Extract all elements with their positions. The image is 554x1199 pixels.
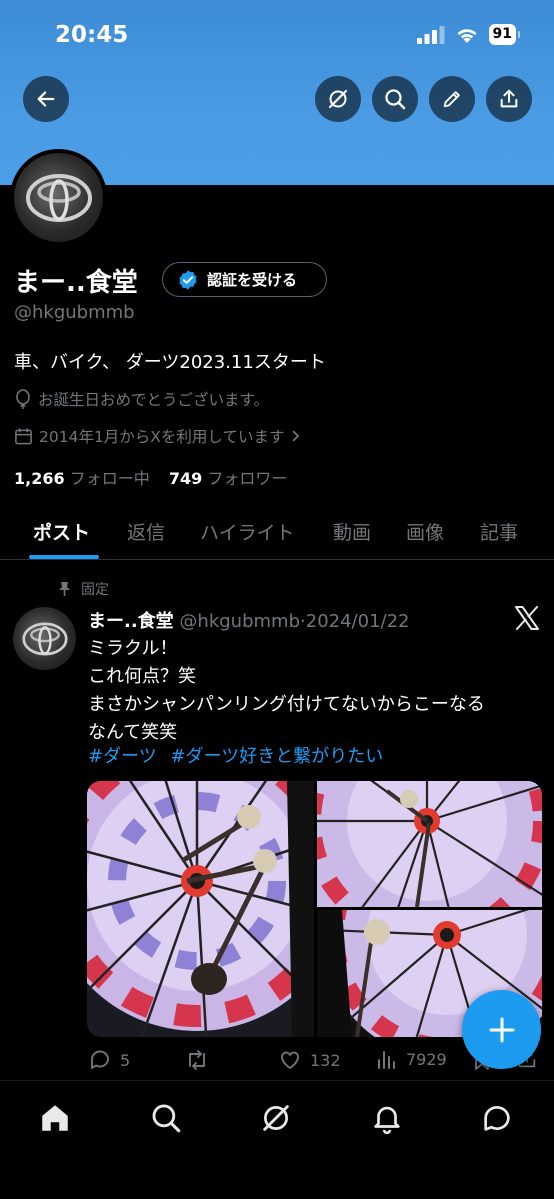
following-count: 1,266 (14, 469, 65, 488)
back-button[interactable] (23, 76, 69, 122)
post-avatar[interactable] (13, 607, 76, 670)
share-button[interactable] (486, 76, 532, 122)
edit-button[interactable] (429, 76, 475, 122)
views-icon (378, 1051, 395, 1069)
search-icon (152, 1104, 181, 1133)
views-count: 7929 (406, 1049, 447, 1069)
tab-highlights[interactable]: ハイライト (200, 518, 295, 545)
like-button[interactable]: 132 (278, 1048, 341, 1072)
home-icon (42, 1105, 68, 1131)
nav-home[interactable] (38, 1101, 72, 1139)
tab-videos[interactable]: 動画 (333, 518, 371, 545)
pinned-label: 固定 (81, 582, 109, 598)
grok-icon (328, 89, 348, 109)
post-media-grid (87, 781, 542, 1037)
bottom-navigation (0, 1080, 554, 1199)
active-tab-indicator (29, 555, 99, 559)
views-button[interactable]: 7929 (376, 1048, 447, 1070)
battery-indicator: 91 (488, 24, 521, 45)
post-photo-1[interactable] (87, 781, 314, 1037)
x-logo-icon (515, 606, 539, 630)
followers-label: フォロワー (207, 469, 288, 488)
birthday-row: お誕生日おめでとうございます。 (14, 388, 269, 410)
hashtag-link[interactable]: #ダーツ (88, 746, 157, 767)
nav-explore[interactable] (149, 1101, 183, 1139)
compose-post-button[interactable] (462, 990, 541, 1069)
cellular-signal-icon (416, 25, 445, 44)
pencil-icon (443, 91, 460, 108)
joined-text: 2014年1月からXを利用しています (39, 428, 285, 446)
nav-messages[interactable] (480, 1101, 514, 1139)
follow-stats: 1,266 フォロー中 749 フォロワー (14, 465, 287, 489)
grok-icon (263, 1105, 289, 1131)
tab-photos[interactable]: 画像 (406, 518, 444, 545)
profile-tabs: ポスト 返信 ハイライト 動画 画像 記事 (0, 510, 554, 560)
verified-badge-icon (179, 269, 197, 290)
share-icon (500, 89, 518, 108)
profile-avatar[interactable] (10, 149, 107, 246)
reply-icon (91, 1050, 109, 1069)
birthday-text: お誕生日おめでとうございます。 (38, 391, 269, 409)
car-emblem-logo (21, 622, 68, 655)
wifi-icon (457, 28, 477, 43)
following-label: フォロー中 (69, 469, 150, 488)
nav-grok[interactable] (259, 1101, 293, 1139)
followers-link[interactable]: 749 フォロワー (169, 469, 288, 488)
profile-name: まー..食堂 (14, 268, 138, 298)
profile-handle: @hkgubmmb (14, 302, 135, 323)
post-photo-2[interactable] (317, 781, 542, 907)
hashtag-link[interactable]: #ダーツ好きと繋がりたい (170, 746, 383, 767)
get-verified-label: 認証を受ける (207, 271, 298, 289)
tab-replies[interactable]: 返信 (127, 518, 165, 545)
calendar-icon (15, 427, 32, 444)
post-header: まー..食堂 @hkgubmmb·2024/01/22 (88, 607, 410, 633)
repost-button[interactable] (184, 1048, 210, 1072)
plus-icon (489, 1017, 514, 1042)
pin-icon (59, 582, 70, 596)
x-logo-button[interactable] (514, 606, 540, 634)
search-icon (385, 89, 406, 110)
post-line: これ何点？笑 (88, 666, 196, 687)
get-verified-button[interactable]: 認証を受ける (162, 262, 327, 297)
back-arrow-icon (37, 91, 55, 107)
status-bar: 20:45 91 (0, 0, 554, 70)
post-text: ミラクル！ これ何点？笑 まさかシャンパンリング付けてないからこーなる なんて笑… (88, 635, 485, 747)
balloon-icon (16, 389, 30, 409)
nav-notifications[interactable] (370, 1101, 404, 1139)
repost-icon (189, 1050, 205, 1070)
car-emblem-logo (25, 173, 92, 222)
grok-button[interactable] (315, 76, 361, 122)
messages-icon (484, 1106, 510, 1131)
status-time: 20:45 (55, 22, 129, 48)
followers-count: 749 (168, 469, 203, 488)
post-line: ミラクル！ (88, 638, 178, 659)
tab-posts[interactable]: ポスト (33, 518, 90, 545)
post-author-name[interactable]: まー..食堂 (88, 611, 174, 632)
post-hashtags: #ダーツ #ダーツ好きと繋がりたい (88, 742, 383, 768)
post-author-handle[interactable]: @hkgubmmb (179, 611, 300, 632)
reply-count: 5 (120, 1050, 131, 1070)
tab-articles[interactable]: 記事 (480, 518, 518, 545)
joined-row[interactable]: 2014年1月からXを利用しています (14, 425, 302, 447)
post-line: まさかシャンパンリング付けてないからこーなる (88, 694, 485, 715)
like-icon (281, 1051, 299, 1069)
notifications-icon (374, 1106, 400, 1135)
like-count: 132 (310, 1050, 341, 1070)
post-date[interactable]: 2024/01/22 (306, 611, 410, 632)
profile-bio: 車、バイク、 ダーツ2023.11スタート (14, 352, 326, 373)
chevron-right-icon (292, 430, 300, 442)
pinned-indicator: 固定 (58, 579, 109, 599)
search-button[interactable] (372, 76, 418, 122)
reply-button[interactable]: 5 (88, 1048, 130, 1072)
following-link[interactable]: 1,266 フォロー中 (14, 469, 150, 488)
